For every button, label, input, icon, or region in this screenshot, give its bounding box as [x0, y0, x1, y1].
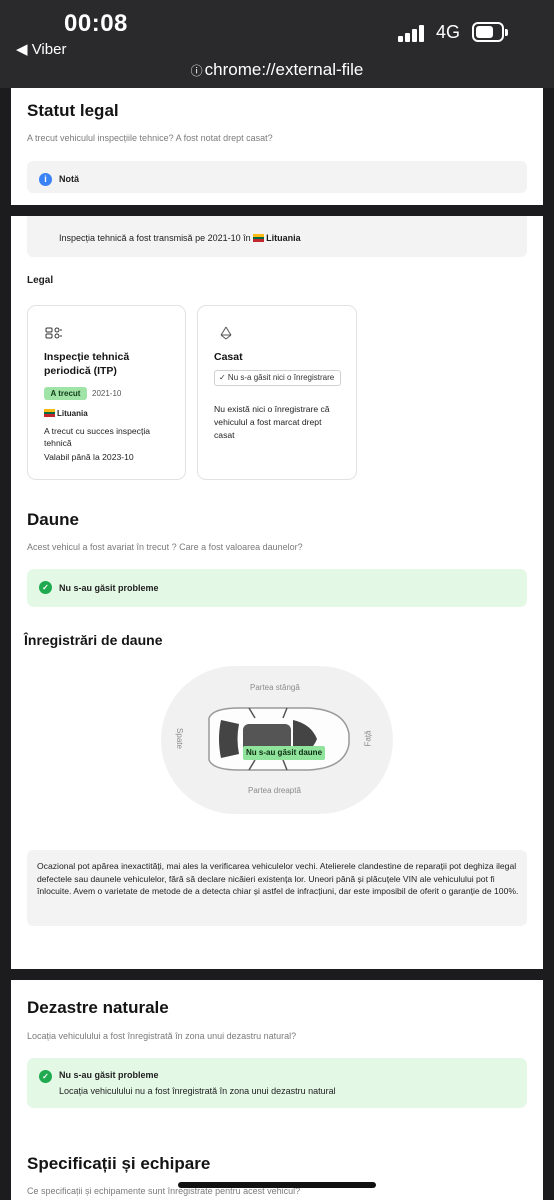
recycle-icon: [220, 326, 232, 340]
note-country: Lituania: [266, 233, 301, 243]
legal-status-title: Statut legal: [27, 101, 119, 120]
natural-disasters-status-box: ✓ Nu s-au găsit probleme Locația vehicul…: [27, 1058, 527, 1108]
label-right-side: Partea dreaptă: [248, 786, 301, 795]
damages-subtitle: Acest vehicul a fost avariat în trecut ?…: [27, 542, 303, 552]
scrapped-card[interactable]: Casat ✓ Nu s-a găsit nici o înregistrare…: [197, 305, 357, 480]
site-info-icon[interactable]: ⓘ: [191, 64, 203, 78]
network-type: 4G: [436, 22, 461, 42]
check-circle-icon: ✓: [39, 1070, 52, 1083]
natural-disasters-section: Dezastre naturale Locația vehiculului a …: [11, 980, 543, 1200]
status-bar: 00:08 ◀ Viber 4G: [0, 0, 554, 60]
scrapped-card-title: Casat: [214, 351, 243, 363]
note-box: i Notă: [27, 161, 527, 193]
damage-center-badge: Nu s-au găsit daune: [243, 746, 326, 760]
url-text: chrome://external-file: [204, 60, 364, 79]
note-box-continued: Inspecția tehnică a fost transmisă pe 20…: [27, 216, 527, 257]
natural-disasters-status-text: Nu s-au găsit probleme: [59, 1070, 159, 1080]
natural-disasters-detail: Locația vehiculului nu a fost înregistra…: [59, 1086, 336, 1096]
legal-status-subtitle: A trecut vehiculul inspecțiile tehnice? …: [27, 133, 273, 143]
home-indicator[interactable]: [178, 1182, 376, 1188]
legal-status-section: Statut legal A trecut vehiculul inspecți…: [11, 88, 543, 205]
note-text-prefix: Inspecția tehnică a fost transmisă pe 20…: [59, 233, 251, 243]
itp-description: A trecut cu succes inspecția tehnică: [44, 426, 151, 448]
itp-card-title: Inspecție tehnică periodică (ITP): [44, 351, 130, 377]
label-front: Față: [363, 730, 373, 747]
scrapped-record-tag: ✓ Nu s-a găsit nici o înregistrare: [214, 370, 341, 386]
main-report-section: Inspecția tehnică a fost transmisă pe 20…: [11, 216, 543, 969]
battery-icon: [472, 22, 508, 42]
note-text: Inspecția tehnică a fost transmisă pe 20…: [59, 233, 301, 243]
back-to-app-link[interactable]: ◀ Viber: [16, 40, 66, 58]
label-rear: Spate: [174, 728, 184, 749]
check-circle-icon: ✓: [39, 581, 52, 594]
natural-disasters-title: Dezastre naturale: [27, 998, 169, 1017]
damages-title: Daune: [27, 510, 79, 529]
itp-country: Lituania: [44, 409, 88, 418]
itp-country-label: Lituania: [57, 409, 88, 418]
info-icon: i: [39, 173, 52, 186]
itp-card[interactable]: Inspecție tehnică periodică (ITP) A trec…: [27, 305, 186, 480]
itp-valid-until: Valabil până la 2023-10: [44, 452, 134, 462]
damage-records-title: Înregistrări de daune: [24, 632, 163, 648]
page: 00:08 ◀ Viber 4G ⓘ chrome://external-file…: [0, 0, 554, 1200]
legal-heading: Legal: [27, 275, 54, 286]
natural-disasters-subtitle: Locația vehiculului a fost înregistrată …: [27, 1031, 297, 1041]
scrapped-description: Nu există nici o înregistrare că vehicul…: [214, 404, 330, 440]
inspection-icon: [45, 327, 62, 339]
damage-diagram: Partea stângă Partea dreaptă Spate Față …: [161, 666, 393, 814]
damages-status-text: Nu s-au găsit probleme: [59, 583, 159, 593]
damages-status-box: ✓ Nu s-au găsit probleme: [27, 569, 527, 607]
url-bar[interactable]: ⓘ chrome://external-file: [0, 60, 554, 88]
itp-status-badge: A trecut: [44, 387, 87, 400]
signal-icon: [398, 24, 428, 42]
specs-title: Specificații și echipare: [27, 1154, 211, 1173]
disclaimer-box: Ocazional pot apărea inexactități, mai a…: [27, 850, 527, 926]
car-top-view-icon: [208, 707, 350, 771]
flag-lithuania-icon: [44, 409, 55, 418]
note-label: Notă: [59, 174, 79, 184]
label-left-side: Partea stângă: [250, 683, 300, 692]
flag-lithuania-icon: [253, 234, 265, 243]
itp-date: 2021-10: [92, 389, 122, 398]
disclaimer-text: Ocazional pot apărea inexactități, mai a…: [37, 861, 519, 896]
status-time: 00:08: [64, 10, 128, 37]
